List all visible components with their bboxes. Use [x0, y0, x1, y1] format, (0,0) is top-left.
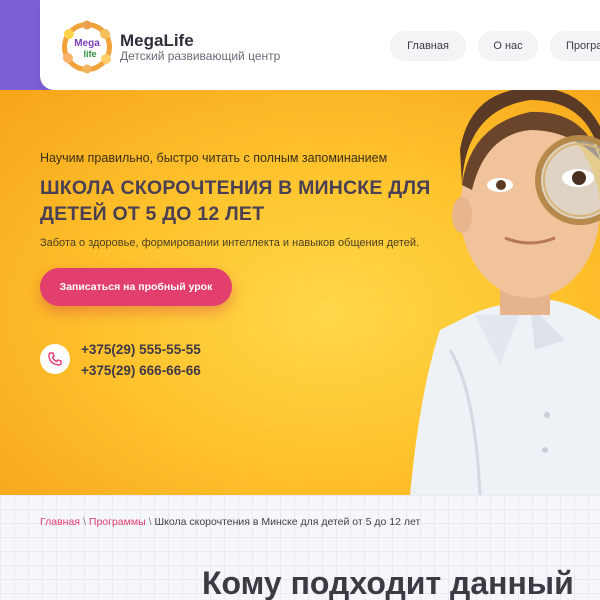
breadcrumb-separator: \	[82, 516, 86, 528]
svg-text:Mega: Mega	[74, 38, 100, 49]
phone-icon	[48, 352, 62, 366]
breadcrumb-programs[interactable]: Программы	[89, 516, 146, 528]
brand-name[interactable]: MegaLife	[120, 31, 194, 51]
nav-item-about[interactable]: О нас	[478, 31, 538, 61]
breadcrumb-separator: \	[148, 516, 152, 528]
site-header: Mega life MegaLife Детский развивающий ц…	[40, 0, 600, 90]
main-content: Главная \ Программы \ Школа скорочтения в Ми…	[0, 495, 600, 600]
brand-subtitle: Детский развивающий центр	[120, 49, 281, 63]
phone-link-2[interactable]: +375(29) 666-66-66	[81, 363, 201, 378]
nav-item-programs[interactable]: Програ	[550, 31, 600, 61]
nav-item-home[interactable]: Главная	[390, 31, 466, 61]
breadcrumb: Главная \ Программы \ Школа скорочтения в Ми…	[40, 516, 420, 528]
megalife-logo[interactable]: Mega life	[60, 20, 114, 74]
svg-text:life: life	[83, 49, 96, 59]
book-trial-lesson-button[interactable]: Записаться на пробный урок	[40, 268, 232, 306]
boy-with-magnifier-image	[410, 90, 600, 495]
hero-tagline: Научим правильно, быстро читать с полным…	[40, 151, 388, 165]
breadcrumb-home[interactable]: Главная	[40, 516, 80, 528]
section-title: Кому подходит данный	[202, 565, 574, 600]
breadcrumb-current: Школа скорочтения в Минске для детей от …	[154, 516, 421, 528]
phone-icon-badge	[40, 344, 70, 374]
hero-section: Научим правильно, быстро читать с полным…	[0, 90, 600, 495]
phone-link-1[interactable]: +375(29) 555-55-55	[81, 342, 201, 357]
hero-headline: ШКОЛА СКОРОЧТЕНИЯ В МИНСКЕ ДЛЯ ДЕТЕЙ ОТ …	[40, 177, 431, 225]
hero-lead: Забота о здоровье, формировании интеллек…	[40, 237, 420, 249]
